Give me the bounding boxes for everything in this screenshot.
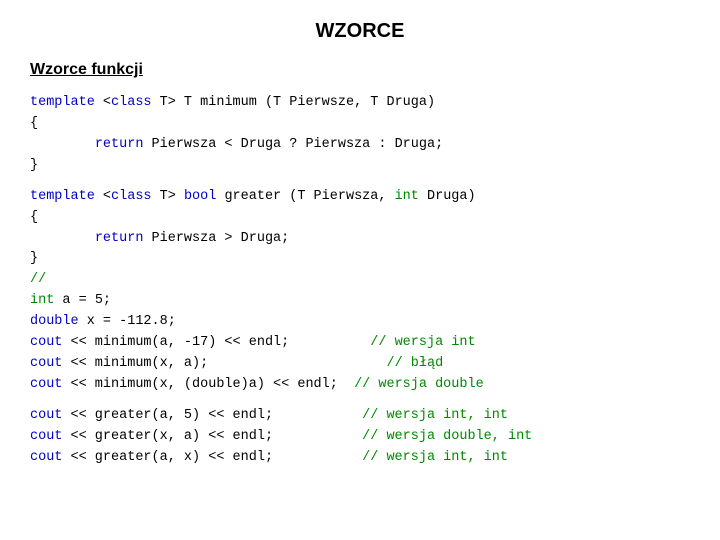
code-line-3: return Pierwsza < Druga ? Pierwsza : Dru… [30, 135, 690, 156]
code-line-7: return Pierwsza > Druga; [30, 229, 690, 250]
code-line-5: template <class T> bool greater (T Pierw… [30, 187, 690, 208]
code-line-4: } [30, 156, 690, 177]
code-line-12: cout << minimum(a, -17) << endl; // wers… [30, 333, 690, 354]
section-title: Wzorce funkcji [30, 61, 690, 79]
code-line-1: template <class T> T minimum (T Pierwsze… [30, 93, 690, 114]
code-line-15: cout << greater(a, 5) << endl; // wersja… [30, 406, 690, 427]
code-line-11: double x = -112.8; [30, 312, 690, 333]
code-line-14: cout << minimum(x, (double)a) << endl; /… [30, 375, 690, 396]
code-line-13: cout << minimum(x, a); // błąd [30, 354, 690, 375]
code-line-17: cout << greater(a, x) << endl; // wersja… [30, 448, 690, 469]
code-line-10: int a = 5; [30, 291, 690, 312]
page-title: WZORCE [30, 20, 690, 43]
code-line-16: cout << greater(x, a) << endl; // wersja… [30, 427, 690, 448]
code-line-8: } [30, 249, 690, 270]
code-line-2: { [30, 114, 690, 135]
code-line-9: // [30, 270, 690, 291]
code-block: template <class T> T minimum (T Pierwsze… [30, 93, 690, 469]
code-line-6: { [30, 208, 690, 229]
